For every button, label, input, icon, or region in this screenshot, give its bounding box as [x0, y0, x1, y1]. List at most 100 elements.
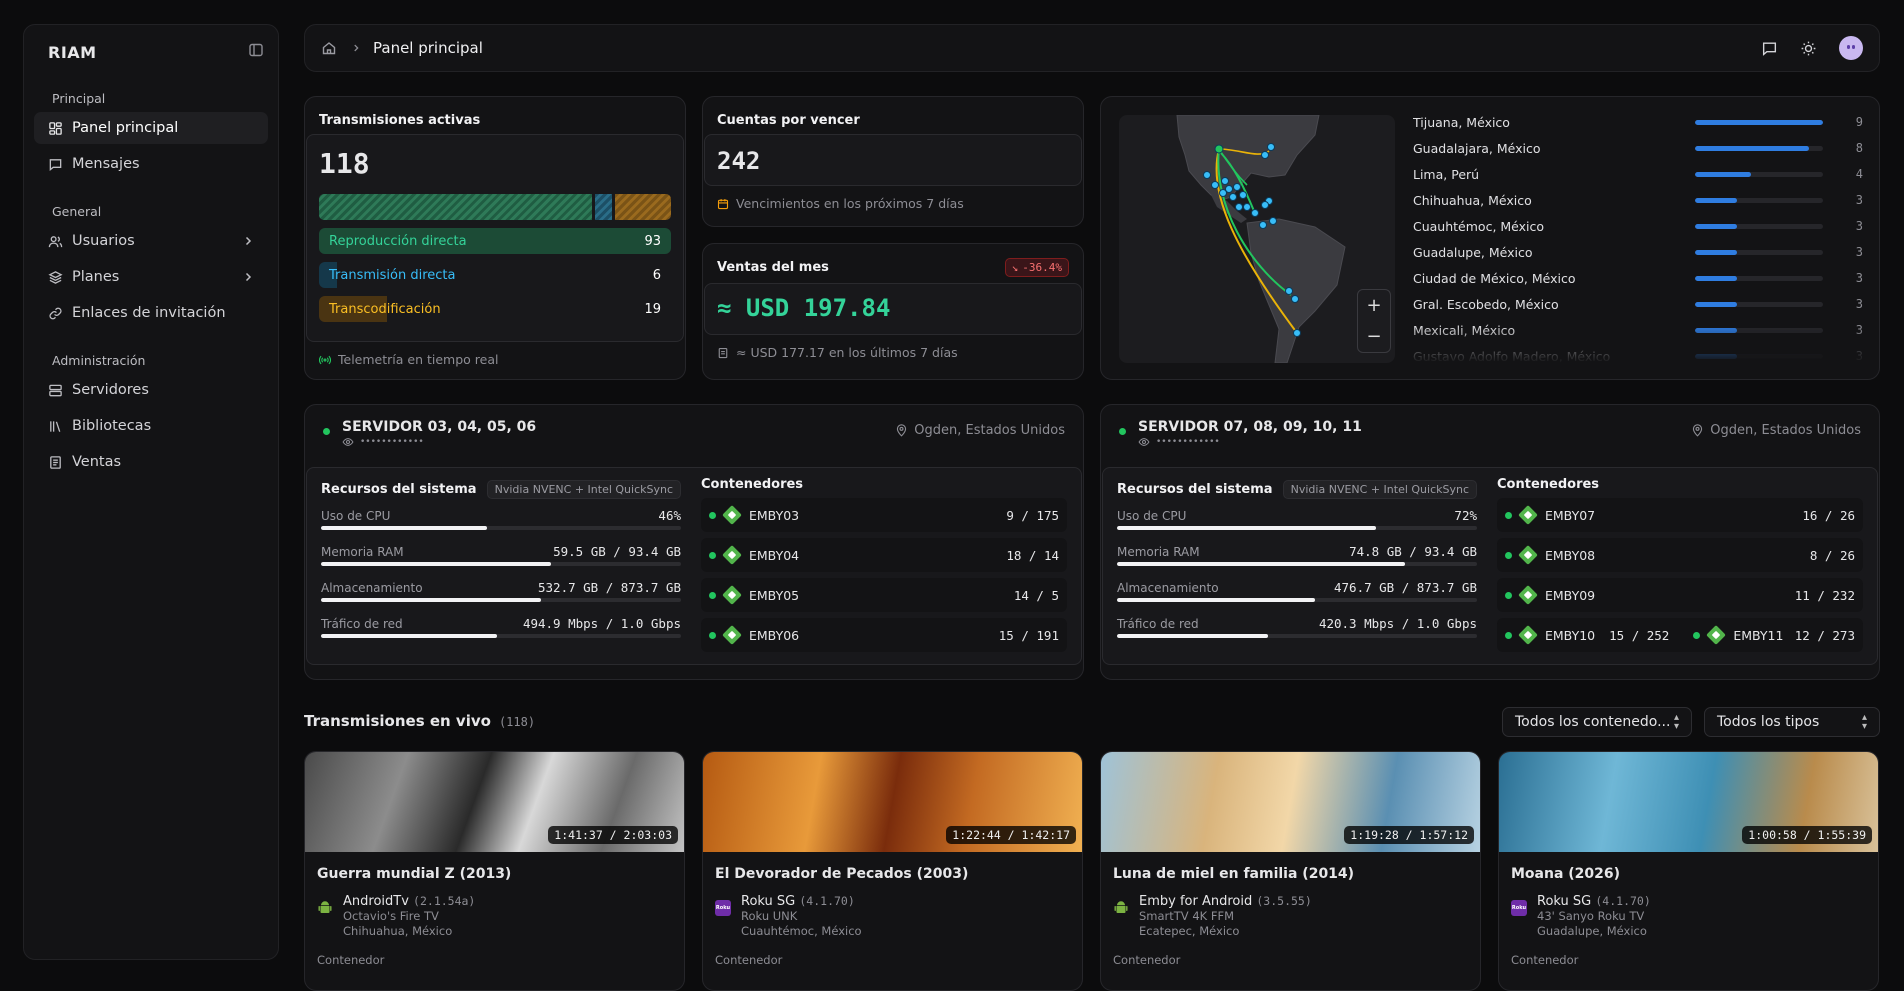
message-icon[interactable] [1761, 40, 1778, 57]
container-row[interactable]: EMBY09 11 / 232 [1497, 578, 1863, 612]
status-dot [709, 591, 716, 599]
sidebar-item-panel-principal[interactable]: Panel principal [34, 112, 268, 144]
home-icon[interactable] [321, 40, 337, 56]
avatar[interactable] [1839, 36, 1863, 60]
status-dot [1505, 631, 1512, 639]
client-location: Guadalupe, México [1537, 924, 1647, 938]
sidebar-toggle-icon[interactable] [248, 42, 264, 62]
container-row[interactable]: EMBY03 9 / 175 [701, 498, 1067, 532]
direct-play-segment [319, 194, 592, 220]
status-dot [709, 551, 716, 559]
location-name: Guadalajara, México [1413, 140, 1541, 156]
chevrons-up-down-icon: ▴ ▾ [1673, 712, 1679, 732]
container-row[interactable]: EMBY10 15 / 252 EMBY11 12 / 273 [1497, 618, 1863, 652]
zoom-in-button[interactable]: + [1366, 295, 1381, 316]
location-name: Gral. Escobedo, México [1413, 296, 1559, 312]
container-label: Contenedor [1113, 953, 1181, 967]
calendar-icon [717, 198, 729, 209]
map-pin-icon [897, 424, 907, 437]
chevrons-up-down-icon: ▴ ▾ [1861, 712, 1867, 732]
location-bar-fill [1695, 327, 1738, 333]
device-name: 43' Sanyo Roku TV [1537, 909, 1645, 923]
location-bar-fill [1695, 145, 1809, 151]
sidebar-item-ventas[interactable]: Ventas [34, 446, 268, 478]
container-row[interactable]: EMBY07 16 / 26 [1497, 498, 1863, 532]
container-name: EMBY04 [749, 547, 800, 563]
expiring-accounts-card: Cuentas por vencer 242 Vencimientos en l… [702, 96, 1084, 227]
sales-change-badge: ↘ -36.4% [1004, 258, 1069, 277]
live-stream-card[interactable]: 1:00:58 / 1:55:39 Moana (2026) Roku Roku … [1498, 751, 1879, 991]
sidebar-item-mensajes[interactable]: Mensajes [34, 148, 268, 180]
container-row[interactable]: EMBY05 14 / 5 [701, 578, 1067, 612]
resource-bar [321, 634, 681, 638]
container-row[interactable]: EMBY08 8 / 26 [1497, 538, 1863, 572]
live-stream-card[interactable]: 1:22:44 / 1:42:17 El Devorador de Pecado… [702, 751, 1083, 991]
resource-bar [1117, 526, 1477, 530]
map-view[interactable]: + − [1119, 115, 1395, 363]
movie-poster: 1:00:58 / 1:55:39 [1499, 752, 1878, 852]
resource-bar [1117, 562, 1477, 566]
location-row: Lima, Perú 4 [1413, 161, 1863, 187]
sales-footer: ≈ USD 177.17 en los últimos 7 días [717, 345, 1069, 360]
location-bar [1695, 301, 1823, 307]
device-name: Roku UNK [741, 909, 798, 923]
location-bar [1695, 171, 1823, 177]
gpu-badge: Nvidia NVENC + Intel QuickSync [1282, 480, 1477, 499]
card-title: Cuentas por vencer [717, 113, 860, 128]
client-location: Ecatepec, México [1139, 924, 1240, 938]
streams-footer: Telemetría en tiempo real [319, 352, 671, 367]
card-title: Transmisiones activas [319, 113, 481, 128]
server-card: SERVIDOR 07, 08, 09, 10, 11 ••••••••••••… [1100, 404, 1880, 680]
zoom-out-button[interactable]: − [1366, 326, 1381, 347]
live-count: (118) [498, 715, 536, 729]
client-info: Emby for Android (3.5.55) SmartTV 4K FFM E… [1113, 894, 1468, 939]
sun-icon[interactable] [1800, 40, 1817, 57]
movie-poster: 1:41:37 / 2:03:03 [305, 752, 684, 852]
container-row[interactable]: EMBY04 18 / 14 [701, 538, 1067, 572]
containers-title: Contenedores [1497, 477, 1600, 492]
sidebar-item-usuarios[interactable]: Usuarios [34, 225, 268, 257]
location-count: 3 [1855, 245, 1863, 259]
resource-bar [321, 598, 681, 602]
sidebar-item-planes[interactable]: Planes [34, 261, 268, 293]
status-dot [709, 631, 716, 639]
container-count: 16 / 26 [1802, 507, 1855, 523]
movie-poster: 1:22:44 / 1:42:17 [703, 752, 1082, 852]
resource-row: Almacenamiento 476.7 GB / 873.7 GB [1117, 577, 1477, 602]
location-list: Tijuana, México 9 Guadalajara, México 8 Lima… [1413, 109, 1863, 364]
location-bar [1695, 197, 1823, 203]
sidebar-item-label: Panel principal [72, 120, 179, 136]
emby-icon [722, 625, 742, 645]
chevron-right-icon [245, 272, 252, 282]
resource-value: 532.7 GB / 873.7 GB [538, 580, 681, 595]
resource-row: Memoria RAM 74.8 GB / 93.4 GB [1117, 541, 1477, 566]
location-bar-fill [1695, 197, 1738, 203]
container-name: EMBY09 [1545, 587, 1596, 603]
device-name: SmartTV 4K FFM [1139, 909, 1234, 923]
eye-icon[interactable] [342, 436, 354, 448]
live-stream-card[interactable]: 1:19:28 / 1:57:12 Luna de miel en famili… [1100, 751, 1481, 991]
sidebar-item-enlaces[interactable]: Enlaces de invitación [34, 297, 268, 329]
sidebar-item-bibliotecas[interactable]: Bibliotecas [34, 410, 268, 442]
sidebar-item-label: Planes [72, 269, 120, 285]
container-row[interactable]: EMBY06 15 / 191 [701, 618, 1067, 652]
location-count: 4 [1855, 167, 1863, 181]
eye-icon[interactable] [1138, 436, 1150, 448]
location-bar [1695, 353, 1823, 359]
container-count: 15 / 252 [1609, 627, 1670, 643]
live-stream-card[interactable]: 1:41:37 / 2:03:03 Guerra mundial Z (2013… [304, 751, 685, 991]
location-bar-fill [1695, 249, 1738, 255]
container-filter-select[interactable]: Todos los contenedo... ▴ ▾ [1502, 707, 1692, 737]
sidebar-item-servidores[interactable]: Servidores [34, 374, 268, 406]
active-streams-total: 118 [319, 147, 370, 180]
resources-title: Recursos del sistema [321, 482, 477, 497]
container-label: Contenedor [715, 953, 783, 967]
container-count: 18 / 14 [1006, 547, 1059, 563]
stream-distribution-bar [319, 194, 671, 220]
type-filter-select[interactable]: Todos los tipos ▴ ▾ [1704, 707, 1880, 737]
movie-title: Luna de miel en familia (2014) [1113, 866, 1355, 882]
select-value: Todos los contenedo... [1515, 714, 1671, 730]
row-label: Transcodificación [329, 301, 441, 317]
roku-icon: Roku [715, 900, 731, 916]
resource-label: Uso de CPU [1117, 509, 1187, 523]
